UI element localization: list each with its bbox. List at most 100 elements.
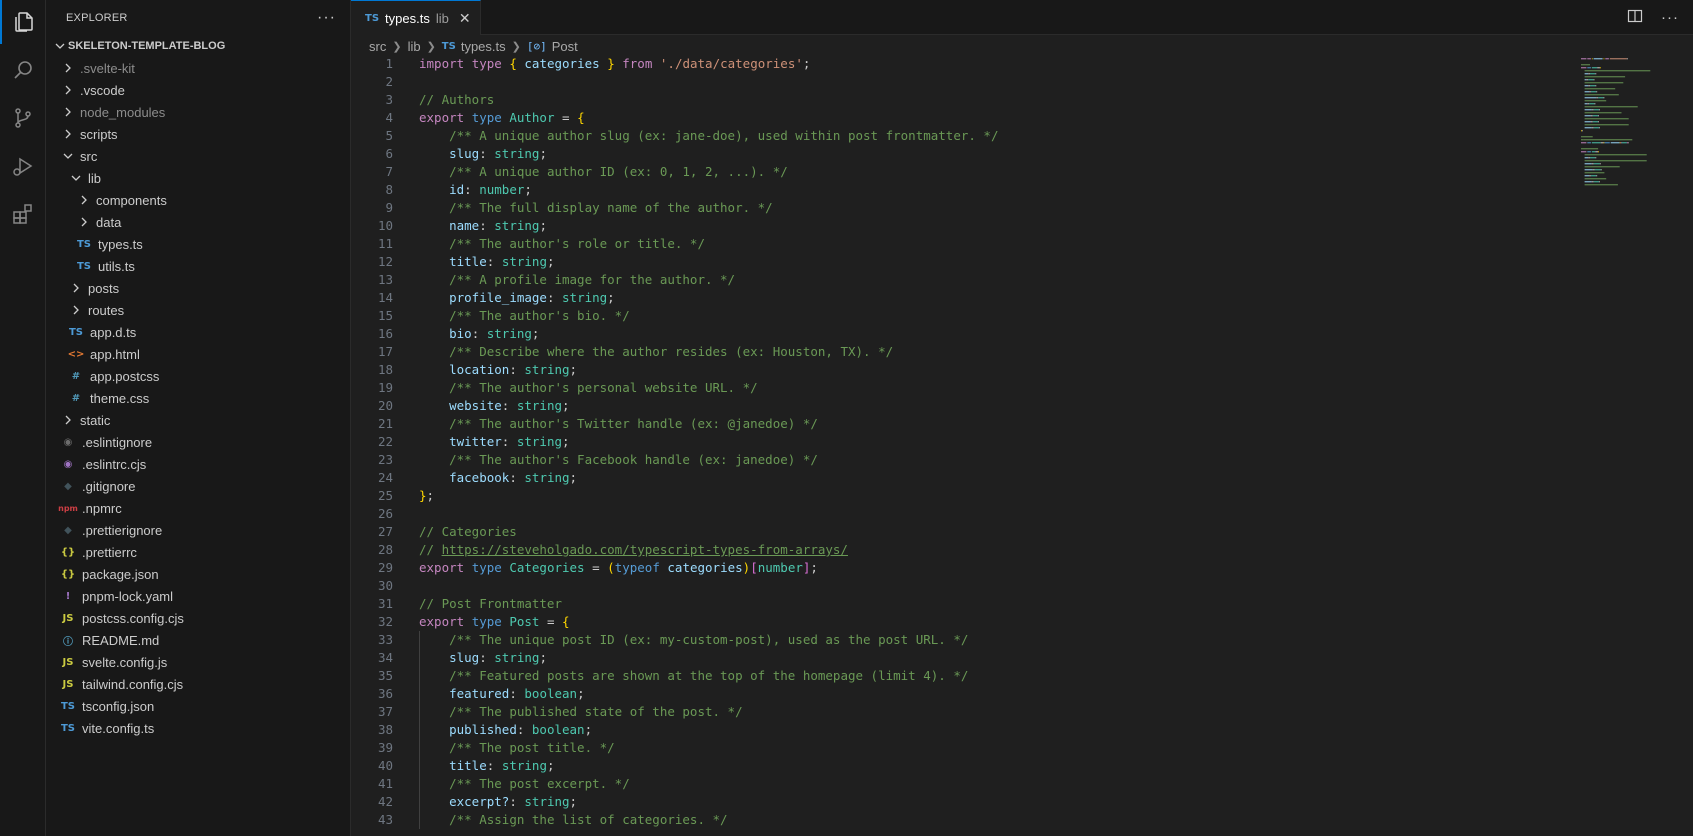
code-token: bio: [449, 326, 472, 341]
tree-file[interactable]: JS postcss.config.cjs: [46, 607, 350, 629]
minimap-line: [1603, 58, 1605, 60]
code-token: categories: [667, 560, 743, 575]
tree-file[interactable]: TS tsconfig.json: [46, 695, 350, 717]
minimap-line: [1588, 79, 1594, 81]
code-text: // https://steveholgado.com/typescript-t…: [419, 541, 848, 559]
minimap-line: [1593, 127, 1599, 129]
tree-file[interactable]: # app.postcss: [46, 365, 350, 387]
source-control-icon[interactable]: [0, 96, 46, 140]
tree-file[interactable]: ◉ .eslintrc.cjs: [46, 453, 350, 475]
code-line: 9 /** The full display name of the autho…: [351, 199, 1541, 217]
tree-folder[interactable]: scripts: [46, 123, 350, 145]
more-actions-icon[interactable]: ···: [1661, 9, 1679, 26]
code-token: boolean: [524, 686, 578, 701]
search-icon[interactable]: [0, 48, 46, 92]
line-number: 37: [377, 704, 393, 719]
tree-file[interactable]: <> app.html: [46, 343, 350, 365]
file-type-icon: {}: [60, 568, 76, 580]
tree-file[interactable]: TS vite.config.ts: [46, 717, 350, 739]
code-text: // Post Frontmatter: [419, 595, 562, 613]
tree-folder[interactable]: node_modules: [46, 101, 350, 123]
minimap-line: [1621, 142, 1627, 144]
tree-file[interactable]: ◆ .prettierignore: [46, 519, 350, 541]
minimap-line: [1584, 106, 1638, 108]
code-text: slug: string;: [419, 145, 547, 163]
code-text: // Categories: [419, 523, 517, 541]
tree-file[interactable]: # theme.css: [46, 387, 350, 409]
split-editor-icon[interactable]: [1627, 8, 1643, 28]
close-icon[interactable]: ✕: [459, 10, 471, 27]
breadcrumb-symbol[interactable]: Post: [552, 39, 578, 54]
code-text: /** Featured posts are shown at the top …: [419, 667, 968, 685]
tree-file[interactable]: TS utils.ts: [46, 255, 350, 277]
tree-item-label: .gitignore: [82, 478, 136, 494]
file-type-icon: #: [71, 370, 81, 382]
code-token: /** A unique author slug (ex: jane-doe),…: [449, 128, 999, 143]
minimap-line: [1581, 136, 1593, 138]
extensions-icon[interactable]: [0, 192, 46, 236]
minimap-line: [1581, 142, 1587, 144]
code-editor[interactable]: 1 import type { categories } from './data…: [351, 55, 1541, 836]
tree-folder[interactable]: src: [46, 145, 350, 167]
minimap-line: [1584, 175, 1590, 177]
code-line: 29 export type Categories = (typeof categ…: [351, 559, 1541, 577]
code-token: /** Featured posts are shown at the top …: [449, 668, 969, 683]
tree-file[interactable]: TS types.ts: [46, 233, 350, 255]
line-number: 4: [385, 110, 393, 125]
tree-folder[interactable]: .svelte-kit: [46, 57, 350, 79]
tree-item-label: routes: [88, 302, 125, 318]
explorer-icon[interactable]: [0, 0, 46, 44]
tree-file[interactable]: ◆ .gitignore: [46, 475, 350, 497]
tree-file[interactable]: ◉ .eslintignore: [46, 431, 350, 453]
tree-folder[interactable]: .vscode: [46, 79, 350, 101]
code-line: 23 /** The author's Facebook handle (ex:…: [351, 451, 1541, 469]
tree-file[interactable]: JS tailwind.config.cjs: [46, 673, 350, 695]
run-debug-icon[interactable]: [0, 144, 46, 188]
breadcrumb-item[interactable]: src: [369, 39, 386, 54]
tree-file[interactable]: {} package.json: [46, 563, 350, 585]
more-actions-icon[interactable]: ···: [317, 9, 336, 27]
code-line: 25};: [351, 487, 1541, 505]
code-token: ;: [524, 182, 532, 197]
tree-item-label: .eslintignore: [82, 434, 153, 450]
code-token: ;: [569, 470, 578, 485]
code-token: :: [479, 650, 495, 665]
breadcrumb-file[interactable]: types.ts: [461, 39, 506, 54]
tree-file[interactable]: ⓘ README.md: [46, 629, 350, 651]
line-number: 5: [385, 128, 393, 143]
workspace-root[interactable]: SKELETON-TEMPLATE-BLOG: [46, 35, 350, 57]
line-number: 42: [377, 794, 393, 809]
code-text: /** The author's personal website URL. *…: [419, 379, 758, 397]
code-token: ;: [562, 434, 570, 449]
file-type-icon: JS: [62, 678, 74, 690]
tree-file[interactable]: JS svelte.config.js: [46, 651, 350, 673]
minimap-line: [1590, 157, 1596, 159]
tree-file[interactable]: TS app.d.ts: [46, 321, 350, 343]
code-text: /** The unique post ID (ex: my-custom-po…: [419, 631, 968, 649]
tree-folder[interactable]: components: [46, 189, 350, 211]
code-token: number: [757, 560, 803, 575]
tree-file[interactable]: npm .npmrc: [46, 497, 350, 519]
breadcrumb-item[interactable]: lib: [408, 39, 421, 54]
tree-file[interactable]: {} .prettierrc: [46, 541, 350, 563]
tree-folder[interactable]: posts: [46, 277, 350, 299]
tree-folder[interactable]: data: [46, 211, 350, 233]
tab-types-ts[interactable]: TS types.ts lib ✕: [351, 0, 481, 35]
minimap-line: [1610, 142, 1620, 144]
tab-label: types.ts: [385, 10, 430, 26]
minimap-line: [1603, 97, 1605, 99]
tree-folder[interactable]: lib: [46, 167, 350, 189]
minimap-line: [1584, 85, 1589, 87]
chevron-right-icon: [76, 195, 92, 205]
minimap[interactable]: [1553, 55, 1693, 836]
tree-folder[interactable]: routes: [46, 299, 350, 321]
code-token: number: [479, 182, 525, 197]
tree-folder[interactable]: static: [46, 409, 350, 431]
code-token: :: [486, 254, 502, 269]
code-text: featured: boolean;: [419, 685, 585, 703]
tree-file[interactable]: ! pnpm-lock.yaml: [46, 585, 350, 607]
code-text: title: string;: [419, 757, 554, 775]
